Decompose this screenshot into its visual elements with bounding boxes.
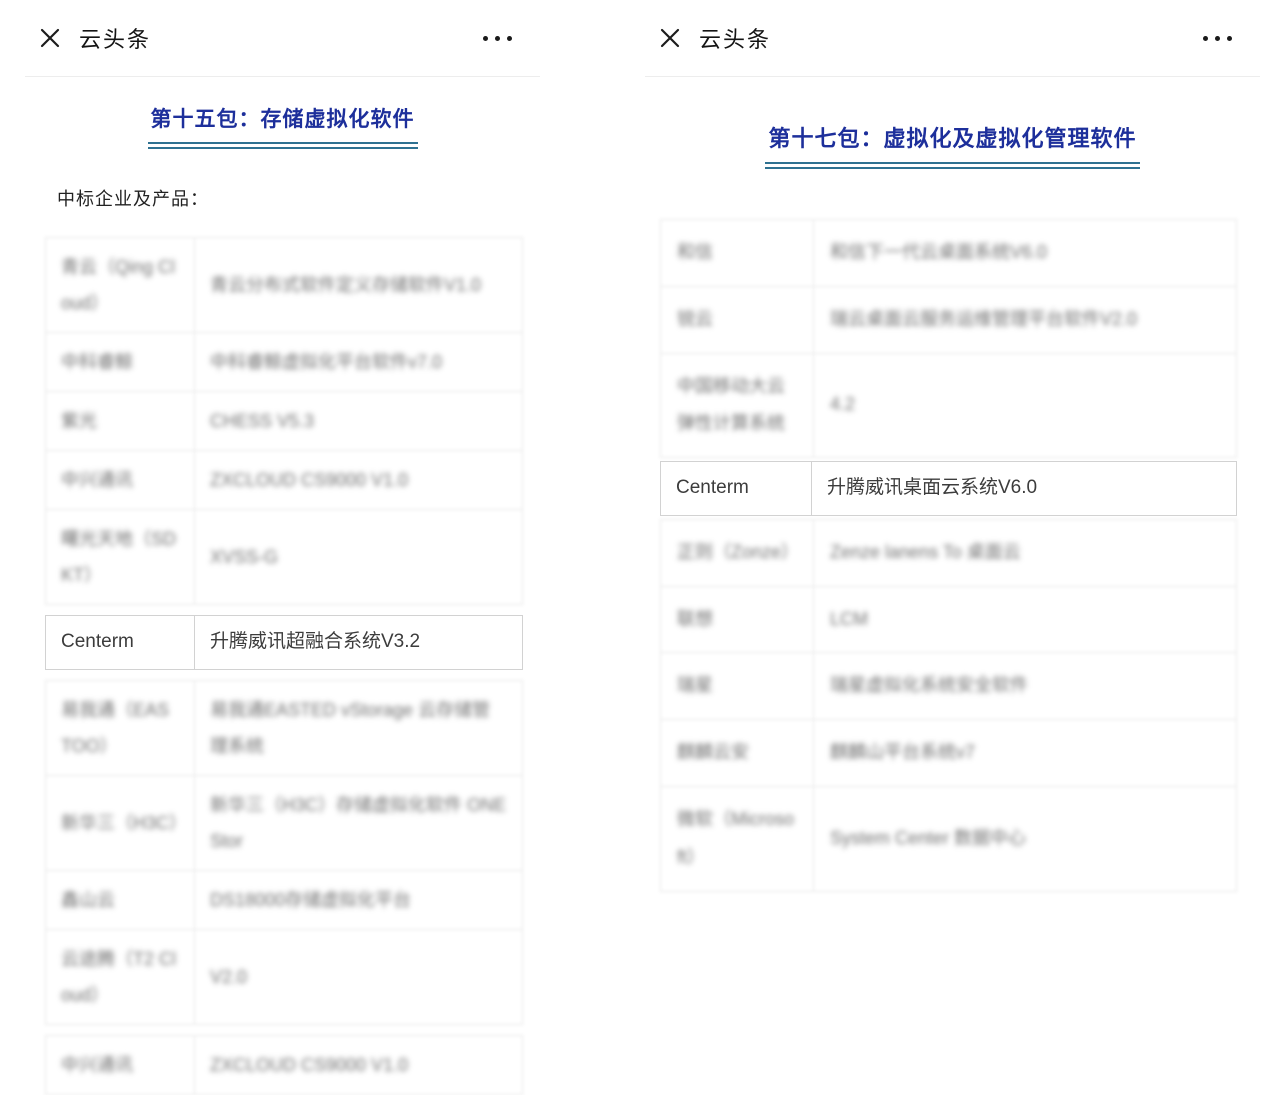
product-cell: 易我通EASTED vStorage 云存储管理系统	[195, 680, 523, 775]
section-label: 中标企业及产品：	[57, 185, 540, 211]
close-icon[interactable]	[39, 27, 61, 49]
table-row: Centerm升腾威讯桌面云系统V6.0	[661, 462, 1237, 516]
company-cell: 易我通（EASTOO）	[46, 680, 195, 775]
product-cell: XVSS-G	[195, 510, 523, 605]
product-cell: Zenze lanens To 桌面云	[814, 519, 1237, 586]
table-block-blurred: 正则（Zonze）Zenze lanens To 桌面云联想LCM瑞星瑞星虚拟化…	[660, 519, 1237, 892]
company-cell: 鑫山云	[46, 870, 195, 929]
company-cell: 锐云	[661, 286, 814, 353]
more-menu-icon[interactable]	[1203, 36, 1232, 41]
product-cell: DS18000存储虚拟化平台	[195, 870, 523, 929]
company-cell: Centerm	[661, 462, 812, 516]
appbar-title: 云头条	[79, 22, 151, 54]
company-cell: Centerm	[46, 616, 195, 670]
table-row: 正则（Zonze）Zenze lanens To 桌面云	[661, 519, 1237, 586]
table-row: 紫光CHESS V5.3	[46, 392, 523, 451]
product-cell: ZXCLOUD CS9000 V1.0	[195, 451, 523, 510]
winners-table: 青云（Qing Cloud）青云分布式软件定义存储软件V1.0中科睿鲸中科睿鲸虚…	[45, 237, 523, 1095]
product-cell: 4.2	[814, 353, 1237, 458]
product-cell: 新华三（H3C）存储虚拟化软件 ONEStor	[195, 775, 523, 870]
table-block-blurred: 易我通（EASTOO）易我通EASTED vStorage 云存储管理系统新华三…	[45, 680, 523, 1025]
package-heading: 第十五包：存储虚拟化软件	[148, 103, 418, 149]
appbar: 云头条	[25, 0, 540, 77]
company-cell: 麒麟云安	[661, 720, 814, 787]
table-block-blurred: 和信和信下一代云桌面系统V6.0锐云瑞云桌面云服务运维管理平台软件V2.0中国移…	[660, 219, 1237, 458]
company-cell: 微软（Microsoft）	[661, 786, 814, 891]
appbar-title: 云头条	[699, 22, 771, 54]
product-cell: LCM	[814, 586, 1237, 653]
company-cell: 中兴通讯	[46, 1035, 195, 1094]
product-cell: 和信下一代云桌面系统V6.0	[814, 220, 1237, 287]
table-block-clear: Centerm升腾威讯桌面云系统V6.0	[660, 461, 1237, 516]
table-row: 锐云瑞云桌面云服务运维管理平台软件V2.0	[661, 286, 1237, 353]
company-cell: 曙光天地（SDKT）	[46, 510, 195, 605]
product-cell: 瑞星虚拟化系统安全软件	[814, 653, 1237, 720]
company-cell: 中科睿鲸	[46, 333, 195, 392]
article-panel-package15: 云头条 第十五包：存储虚拟化软件 中标企业及产品： 青云（Qing Cloud）…	[25, 0, 540, 1010]
company-cell: 紫光	[46, 392, 195, 451]
table-row: 中国移动大云弹性计算系统4.2	[661, 353, 1237, 458]
product-cell: 升腾威讯超融合系统V3.2	[195, 616, 523, 670]
article-body: 第十七包：虚拟化及虚拟化管理软件 和信和信下一代云桌面系统V6.0锐云瑞云桌面云…	[645, 121, 1260, 892]
table-block-clear: Centerm升腾威讯超融合系统V3.2	[45, 615, 523, 670]
product-cell: System Center 数据中心	[814, 786, 1237, 891]
company-cell: 和信	[661, 220, 814, 287]
product-cell: 青云分布式软件定义存储软件V1.0	[195, 238, 523, 333]
table-row: 微软（Microsoft）System Center 数据中心	[661, 786, 1237, 891]
more-menu-icon[interactable]	[483, 36, 512, 41]
table-row: 和信和信下一代云桌面系统V6.0	[661, 220, 1237, 287]
table-row: 中兴通讯ZXCLOUD CS9000 V1.0	[46, 451, 523, 510]
article-body: 第十五包：存储虚拟化软件 中标企业及产品： 青云（Qing Cloud）青云分布…	[25, 103, 540, 1095]
table-row: 青云（Qing Cloud）青云分布式软件定义存储软件V1.0	[46, 238, 523, 333]
product-cell: ZXCLOUD CS9000 V1.0	[195, 1035, 523, 1094]
table-row: 联想LCM	[661, 586, 1237, 653]
company-cell: 新华三（H3C）	[46, 775, 195, 870]
table-row: 中兴通讯ZXCLOUD CS9000 V1.0	[46, 1035, 523, 1094]
product-cell: 中科睿鲸虚拟化平台软件v7.0	[195, 333, 523, 392]
table-block-blurred: 中兴通讯ZXCLOUD CS9000 V1.0	[45, 1035, 523, 1095]
appbar: 云头条	[645, 0, 1260, 77]
company-cell: 中国移动大云弹性计算系统	[661, 353, 814, 458]
company-cell: 中兴通讯	[46, 451, 195, 510]
table-row: 鑫山云DS18000存储虚拟化平台	[46, 870, 523, 929]
package-heading: 第十七包：虚拟化及虚拟化管理软件	[765, 121, 1139, 169]
company-cell: 联想	[661, 586, 814, 653]
close-icon[interactable]	[659, 27, 681, 49]
table-block-blurred: 青云（Qing Cloud）青云分布式软件定义存储软件V1.0中科睿鲸中科睿鲸虚…	[45, 237, 523, 605]
table-row: 曙光天地（SDKT）XVSS-G	[46, 510, 523, 605]
product-cell: CHESS V5.3	[195, 392, 523, 451]
table-row: Centerm升腾威讯超融合系统V3.2	[46, 616, 523, 670]
company-cell: 正则（Zonze）	[661, 519, 814, 586]
table-row: 中科睿鲸中科睿鲸虚拟化平台软件v7.0	[46, 333, 523, 392]
article-panel-package17: 云头条 第十七包：虚拟化及虚拟化管理软件 和信和信下一代云桌面系统V6.0锐云瑞…	[645, 0, 1260, 1010]
table-row: 瑞星瑞星虚拟化系统安全软件	[661, 653, 1237, 720]
winners-table: 和信和信下一代云桌面系统V6.0锐云瑞云桌面云服务运维管理平台软件V2.0中国移…	[660, 219, 1237, 892]
table-row: 新华三（H3C）新华三（H3C）存储虚拟化软件 ONEStor	[46, 775, 523, 870]
product-cell: 瑞云桌面云服务运维管理平台软件V2.0	[814, 286, 1237, 353]
product-cell: 麒麟山平台系统v7	[814, 720, 1237, 787]
product-cell: 升腾威讯桌面云系统V6.0	[812, 462, 1237, 516]
table-row: 易我通（EASTOO）易我通EASTED vStorage 云存储管理系统	[46, 680, 523, 775]
company-cell: 瑞星	[661, 653, 814, 720]
company-cell: 青云（Qing Cloud）	[46, 238, 195, 333]
table-row: 麒麟云安麒麟山平台系统v7	[661, 720, 1237, 787]
